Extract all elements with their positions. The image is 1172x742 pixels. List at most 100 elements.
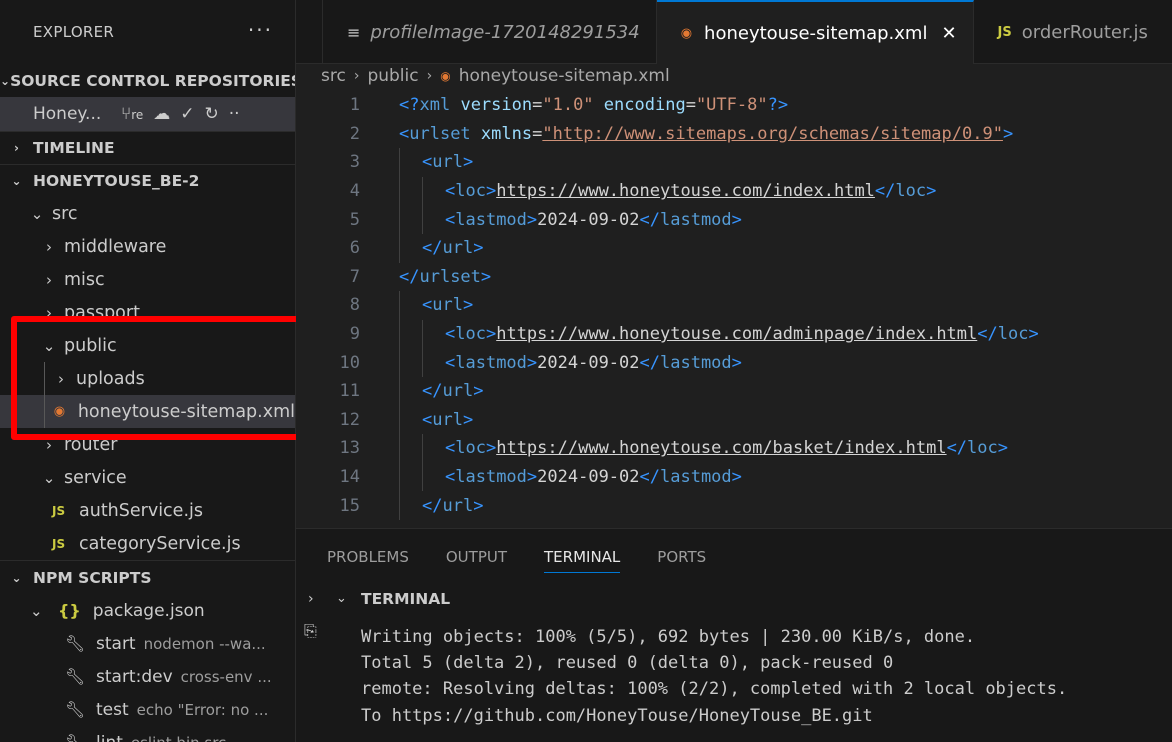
tree-label: middleware [64,236,167,257]
terminal-output[interactable]: Writing objects: 100% (5/5), 692 bytes |… [361,627,1067,732]
section-label: SOURCE CONTROL REPOSITORIES [10,71,296,90]
tree-file-categoryservice[interactable]: JS categoryService.js [0,527,295,560]
tree-file-sitemap[interactable]: ◉ honeytouse-sitemap.xml [0,395,295,428]
tree-folder-middleware[interactable]: › middleware [0,230,295,263]
tab-order-router[interactable]: JS orderRouter.js [974,0,1164,64]
npm-script-lint[interactable]: 🔧︎ lint eslint bin src [0,726,295,742]
code-view[interactable]: 1 <?xml version="1.0" encoding="UTF-8"?>… [296,91,1172,520]
tree-file-authservice[interactable]: JS authService.js [0,494,295,527]
tab-output[interactable]: OUTPUT [446,529,507,585]
terminal-icon[interactable]: ⎘ [304,621,317,641]
tree-folder-misc[interactable]: › misc [0,263,295,296]
editor-tabbar: ≡ profileImage-1720148291534 ◉ honeytous… [296,0,1172,64]
explorer-sidebar: EXPLORER ··· ⌄ SOURCE CONTROL REPOSITORI… [0,0,296,742]
tree-label: honeytouse-sitemap.xml [77,401,295,422]
repo-row[interactable]: Honey... ⑂re ☁ ✓ ↻ ·· [0,97,295,131]
line-number: 11 [339,381,360,402]
code-link[interactable]: https://www.honeytouse.com/adminpage/ind… [496,324,977,344]
tree-folder-src[interactable]: ⌄ src [0,197,295,230]
terminal-line: To https://github.com/HoneyTouse/HoneyTo… [361,705,873,726]
code-line: 5 <lastmod>2024-09-02</lastmod> [296,205,1172,234]
section-timeline[interactable]: › TIMELINE [0,131,295,164]
chevron-right-icon: › [46,303,52,322]
chevron-right-icon: › [46,435,52,454]
tree-folder-router[interactable]: › router [0,428,295,461]
refresh-icon[interactable]: ↻ [205,104,219,124]
commit-check-icon[interactable]: ✓ [180,104,194,124]
line-number: 14 [339,467,360,488]
line-number: 2 [349,123,360,144]
more-actions-icon[interactable]: ··· [248,18,273,42]
tree-label: misc [64,269,105,290]
code-line: 1 <?xml version="1.0" encoding="UTF-8"?> [296,91,1172,120]
tab-problems[interactable]: PROBLEMS [327,529,409,585]
npm-script-start[interactable]: 🔧︎ start nodemon --wa... [0,627,295,660]
code-line: 4 <loc>https://www.honeytouse.com/index.… [296,176,1172,206]
tab-sitemap[interactable]: ◉ honeytouse-sitemap.xml ✕ [656,0,974,64]
repo-name: Honey... [33,104,102,124]
line-number: 4 [349,181,360,202]
code-line: 12 <url> [296,405,1172,435]
section-source-control[interactable]: ⌄ SOURCE CONTROL REPOSITORIES [0,64,295,97]
breadcrumb-item[interactable]: public [367,66,418,86]
rss-file-icon: ◉ [680,25,693,41]
section-label: TIMELINE [33,139,115,157]
script-command: cross-env ... [180,667,272,686]
js-file-icon: JS [52,503,66,518]
chevron-right-icon: › [426,68,433,84]
code-link[interactable]: https://www.honeytouse.com/basket/index.… [496,438,946,458]
tree-folder-public[interactable]: ⌄ public [0,329,295,362]
branch-icon[interactable]: ⑂re [121,104,143,124]
line-number: 13 [339,438,360,459]
chevron-right-icon: › [14,141,19,155]
tree-label: authService.js [79,500,203,521]
tree-label: src [52,203,78,224]
code-line: 7 </urlset> [296,263,1172,292]
chevron-down-icon: ⌄ [30,204,44,223]
explorer-title: EXPLORER [33,23,115,41]
line-number: 8 [349,295,360,316]
editor-area: ≡ profileImage-1720148291534 ◉ honeytous… [296,0,1172,528]
terminal-header[interactable]: › ⌄ TERMINAL [296,585,1172,612]
chevron-down-icon: ⌄ [30,601,43,620]
code-link[interactable]: https://www.honeytouse.com/index.html [496,181,875,201]
code-line: 9 <loc>https://www.honeytouse.com/adminp… [296,319,1172,349]
tree-folder-service[interactable]: ⌄ service [0,461,295,494]
js-file-icon: JS [997,24,1012,40]
chevron-right-icon: › [58,369,64,388]
tab-profile-image[interactable]: ≡ profileImage-1720148291534 [322,0,657,64]
npm-script-test[interactable]: 🔧︎ test echo "Error: no ... [0,693,295,726]
npm-package-label: package.json [92,600,205,621]
npm-package[interactable]: ⌄ {} package.json [0,594,295,627]
code-line: 3 <url> [296,148,1172,177]
tab-terminal[interactable]: TERMINAL [544,529,621,585]
script-command: nodemon --wa... [143,634,266,653]
wrench-icon: 🔧︎ [64,634,86,653]
breadcrumb-item[interactable]: src [321,66,346,86]
more-icon[interactable]: ·· [229,104,240,124]
line-number: 9 [349,324,360,345]
chevron-right-icon[interactable]: › [296,591,336,607]
code-line: 6 </url> [296,233,1172,263]
code-line: 2 <urlset xmlns="http://www.sitemaps.org… [296,120,1172,149]
bottom-panel: PROBLEMS OUTPUT TERMINAL PORTS › ⌄ TERMI… [296,528,1172,742]
tree-folder-uploads[interactable]: › uploads [0,362,295,395]
breadcrumb-item[interactable]: honeytouse-sitemap.xml [459,66,670,86]
rss-file-icon: ◉ [53,403,66,419]
section-npm-scripts[interactable]: ⌄ NPM SCRIPTS [0,560,295,594]
line-number: 10 [339,352,360,373]
code-link[interactable]: "http://www.sitemaps.org/schemas/sitemap… [542,124,1003,144]
code-line: 14 <lastmod>2024-09-02</lastmod> [296,462,1172,492]
line-number: 3 [349,152,360,173]
tab-label: honeytouse-sitemap.xml [704,22,928,44]
tab-ports[interactable]: PORTS [657,529,706,585]
sync-icon[interactable]: ☁ [153,104,170,124]
tree-folder-passport[interactable]: › passport [0,296,295,329]
close-icon[interactable]: ✕ [941,23,956,44]
section-workspace[interactable]: ⌄ HONEYTOUSE_BE-2 [0,164,295,197]
chevron-down-icon: ⌄ [42,336,56,355]
tree-label: router [64,434,118,455]
tab-label: profileImage-1720148291534 [370,21,640,43]
npm-script-start-dev[interactable]: 🔧︎ start:dev cross-env ... [0,660,295,693]
wrench-icon: 🔧︎ [64,667,86,686]
